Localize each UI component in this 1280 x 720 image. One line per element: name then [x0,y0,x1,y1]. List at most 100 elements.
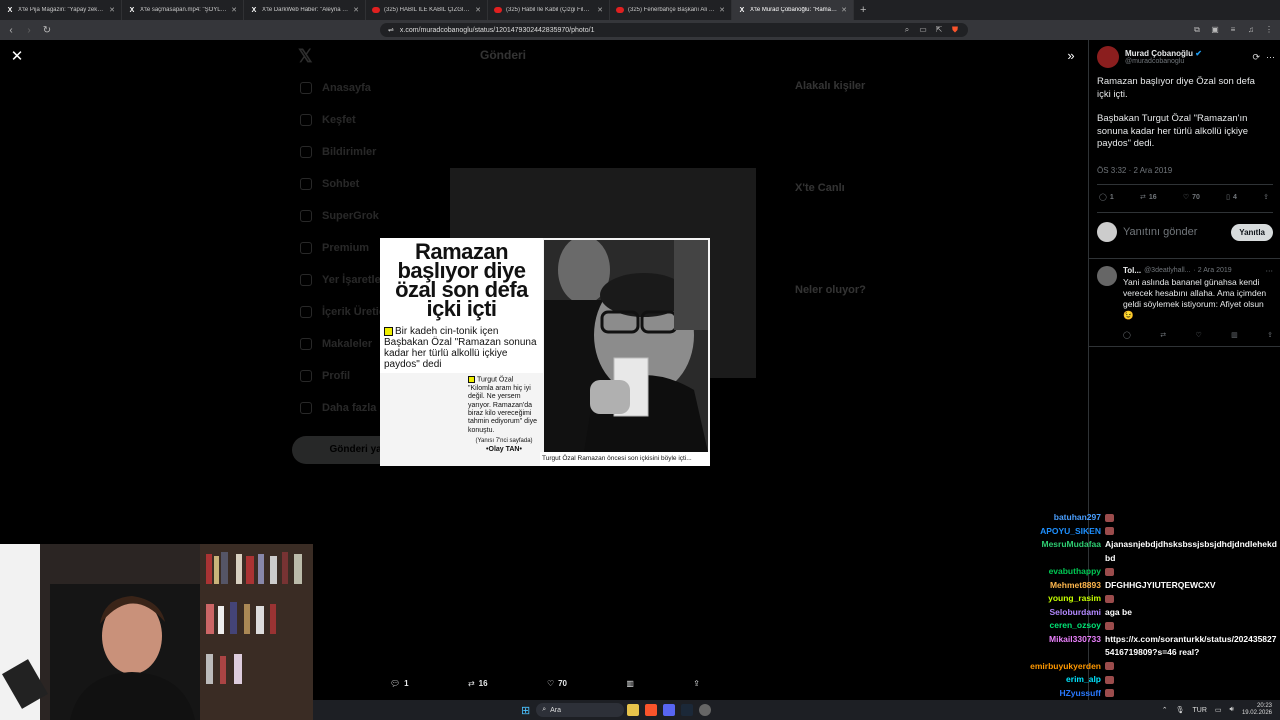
obs-icon[interactable] [699,704,712,716]
reply-author[interactable]: Tol... [1123,266,1141,275]
reply-stat[interactable]: ◯ 1 [1099,193,1114,202]
photo-viewer-image: Ramazan başlıyor diye özal son defa içki… [380,238,710,466]
site-info-icon[interactable]: ⇌ [388,26,394,34]
close-icon[interactable]: ✕ [8,48,26,66]
back-icon[interactable]: ‹ [6,25,16,36]
avatar[interactable] [1097,266,1117,286]
more-options-icon[interactable]: ⋯ [1266,52,1275,63]
tweet-timestamp[interactable]: ÖS 3:32 · 2 Ara 2019 [1097,166,1275,175]
more-icon[interactable]: ⋮ [1264,25,1274,35]
chat-username[interactable]: ceren_ozsoy [1006,619,1105,633]
media-icon[interactable]: ♫ [1246,25,1256,35]
reply-text: Yani aslında bananel günahsa kendi verec… [1123,277,1267,320]
chat-username[interactable]: evabuthappy [1006,565,1105,579]
address-bar[interactable]: ⇌ x.com/muradcobanoglu/status/1201479302… [380,23,968,37]
forward-icon[interactable]: › [24,25,34,36]
menu-icon[interactable]: ≡ [1228,25,1238,35]
chat-username[interactable]: emirbuyukyerden [1006,660,1105,674]
share-action[interactable]: ⇪ [693,679,700,688]
brave-browser-icon[interactable] [645,704,658,716]
author-handle[interactable]: @muradcobanoglu [1125,58,1202,65]
retweet-action[interactable]: ⇄ 16 [468,679,488,688]
chat-text [1105,660,1280,674]
bookmark-stat[interactable]: ▯ 4 [1226,193,1237,202]
discord-icon[interactable] [663,704,676,716]
reply-icon[interactable]: ◯ [1123,331,1131,339]
chat-username[interactable]: Seloburdami [1006,606,1105,620]
close-tab-icon[interactable]: ✕ [231,6,237,14]
chat-username[interactable]: Mikail330733 [1006,633,1105,660]
clock[interactable]: 20:23 19.02.2026 [1242,703,1272,717]
browser-tab[interactable]: X X'te DarkWeb Haber: "Aleyna Tilki'ni ✕ [244,0,366,20]
chat-username[interactable]: young_rasim [1006,592,1105,606]
chat-message: MesruMudafaa Ajanasnjebdjdhsksbssjsbsjdhd… [1006,538,1280,565]
nav-item[interactable]: Anasayfa [300,72,450,104]
grok-icon[interactable]: ⟳ [1252,52,1260,63]
nav-item[interactable]: SuperGrok [300,200,450,232]
reply-tweet[interactable]: Tol... @3deatlyhall... · 2 Ara 2019 ⋯ Ya… [1097,266,1273,339]
avatar[interactable] [1097,46,1119,68]
wallet-icon[interactable]: ▣ [1210,25,1220,35]
close-tab-icon[interactable]: ✕ [353,6,359,14]
bar-chart-icon[interactable]: ▥ [1231,331,1238,339]
volume-icon[interactable]: 🔊︎ [1230,706,1234,714]
screen-icon[interactable]: ▭ [918,25,928,35]
windows-start-icon[interactable]: ⊞ [521,704,530,717]
chat-username[interactable]: MesruMudafaa [1006,538,1105,565]
more-options-icon[interactable]: ⋯ [1266,266,1274,275]
zoom-icon[interactable]: ⌕ [902,25,912,35]
browser-tab[interactable]: (325) Fenerbahçe Başkanı Ali Koç Ker ✕ [610,0,732,20]
extensions-icon[interactable]: ⧉ [1192,25,1202,35]
network-icon[interactable]: ▭ [1215,706,1222,714]
chat-username[interactable]: Mehmet8893 [1006,579,1105,593]
chat-username[interactable]: batuhan297 [1006,511,1105,525]
reply-button[interactable]: Yanıtla [1231,223,1273,241]
retweet-icon: ⇄ [467,678,475,688]
nav-item[interactable]: Sohbet [300,168,450,200]
x-logo-icon: X [129,6,135,14]
tray-chevron-icon[interactable]: ⌃ [1162,706,1168,714]
browser-tab[interactable]: X X'te saçmasapan.mp4: "ŞÖYLE BİR Sİ ✕ [122,0,244,20]
language-indicator[interactable]: TUR [1193,707,1207,714]
reply-date[interactable]: · 2 Ara 2019 [1194,267,1232,274]
close-tab-icon[interactable]: ✕ [597,6,603,14]
share-stat[interactable]: ⇪ [1263,193,1269,201]
steam-icon[interactable] [681,704,694,716]
file-explorer-icon[interactable] [627,704,640,716]
nav-item[interactable]: Keşfet [300,104,450,136]
microphone-icon[interactable]: 🎙︎ [1176,706,1185,714]
brave-shield-icon[interactable]: ⛊ [950,25,960,35]
chat-username[interactable]: APOYU_SIKEN [1006,525,1105,539]
chat-username[interactable]: HZyussuff [1006,687,1105,701]
chat-username[interactable]: erim_alp [1006,673,1105,687]
close-tab-icon[interactable]: ✕ [475,6,481,14]
taskbar-search[interactable]: ⌕ Ara [536,703,625,717]
author-name[interactable]: Murad Çobanoğlu [1125,49,1193,58]
reply-action[interactable]: 💬︎ 1 [390,679,409,688]
reload-icon[interactable]: ↻ [42,25,52,36]
like-stat[interactable]: ♡ 70 [1183,193,1200,202]
browser-tab[interactable]: X X'te Pija Magazin: "Yapay zeka ile bal ✕ [0,0,122,20]
clipping-column-text: Turgut Özal "Kilomla aram hiç iyi değil.… [468,376,538,434]
browser-tab[interactable]: X X'te Murad Çobanoğlu: "Ramaza ✕ [732,0,854,20]
chat-text [1105,619,1280,633]
retweet-icon[interactable]: ⇄ [1160,331,1166,339]
reply-input[interactable]: Yanıtını gönder [1123,226,1225,238]
share-icon[interactable]: ⇪ [1267,331,1273,339]
views-action[interactable]: ▥ [626,679,634,688]
retweet-stat[interactable]: ⇄ 16 [1140,193,1157,202]
reply-icon: 💬︎ [390,678,401,688]
nav-item[interactable]: Bildirimler [300,136,450,168]
like-action[interactable]: ♡ 70 [547,679,567,688]
close-tab-icon[interactable]: ✕ [841,6,847,14]
emote-icon [1105,513,1114,522]
reply-handle[interactable]: @3deatlyhall... [1144,267,1190,274]
heart-icon[interactable]: ♡ [1195,331,1201,339]
collapse-panel-icon[interactable]: » [1063,48,1079,64]
close-tab-icon[interactable]: ✕ [719,6,725,14]
close-tab-icon[interactable]: ✕ [109,6,115,14]
share-icon[interactable]: ⇱ [934,25,944,35]
browser-tab[interactable]: (325) Habil İle Kabil (Çizgi Film) HD ✕ [488,0,610,20]
new-tab-icon[interactable]: + [860,4,866,16]
browser-tab[interactable]: (325) HABİL İLE KABİL ÇİZGİ FİLM FU ✕ [366,0,488,20]
